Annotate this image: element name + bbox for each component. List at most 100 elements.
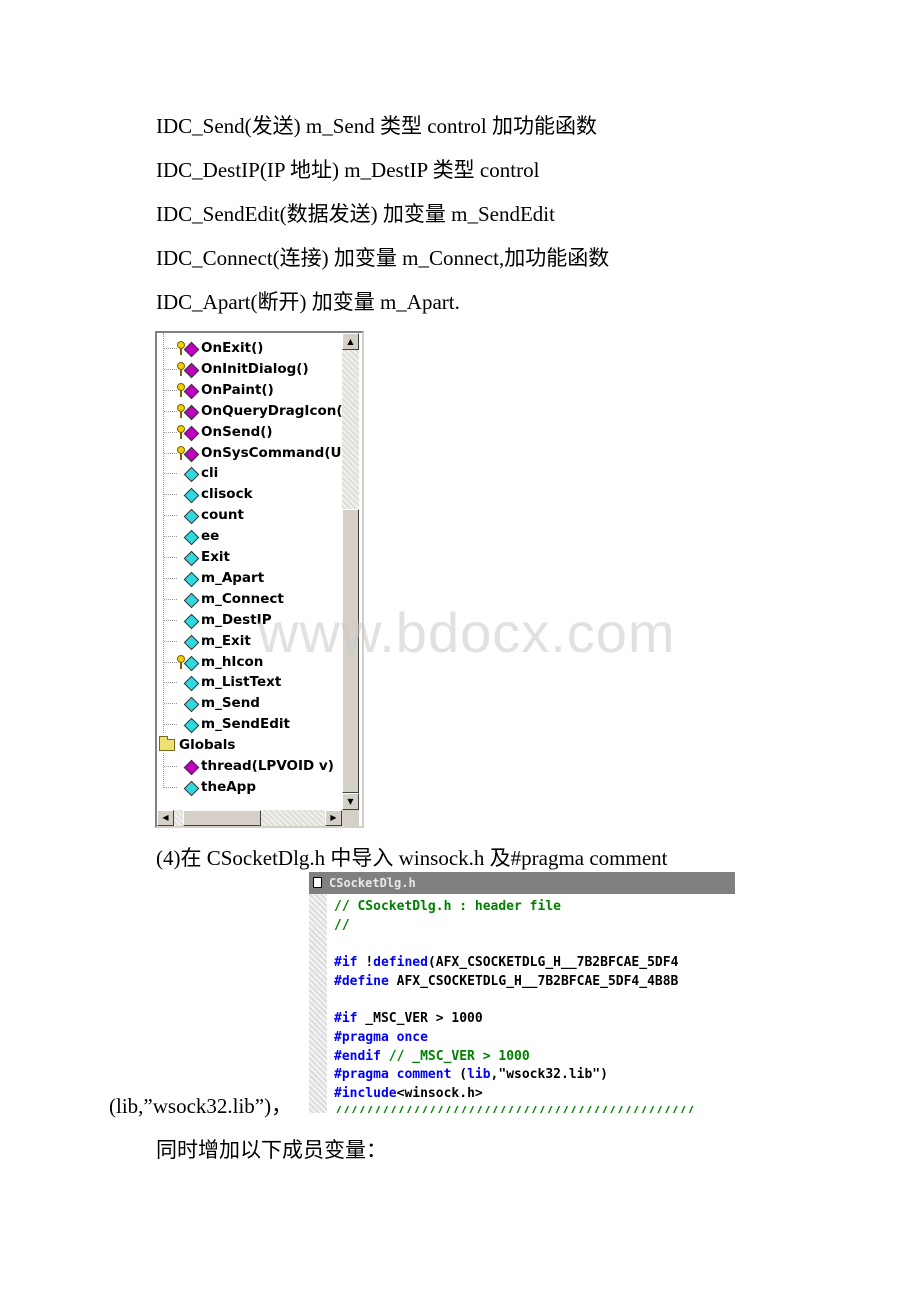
code-keyword: #if <box>334 955 366 971</box>
editor-filename: CSocketDlg.h <box>329 876 416 890</box>
tree-item[interactable]: m_Connect <box>157 589 342 610</box>
scroll-right-button[interactable]: ▶ <box>325 810 342 826</box>
scrollbar-corner <box>342 810 359 826</box>
tree-connector <box>164 389 177 391</box>
editor-title-bar: CSocketDlg.h <box>309 872 735 894</box>
tree-connector <box>164 724 177 726</box>
horizontal-scrollbar[interactable]: ◀ ▶ <box>157 810 342 826</box>
tree-item-label: m_Apart <box>201 569 265 586</box>
tree-item[interactable]: OnSend() <box>157 422 342 443</box>
tree-item[interactable]: thread(LPVOID v) <box>157 756 342 777</box>
tree-connector <box>164 368 177 370</box>
tree-item-label: theApp <box>201 778 256 795</box>
member-variable-icon <box>183 717 200 734</box>
code-editor-window[interactable]: CSocketDlg.h // CSocketDlg.h : header fi… <box>309 872 735 1113</box>
step4-text: (4)在 CSocketDlg.h 中导入 winsock.h 及#pragma… <box>156 846 668 870</box>
tree-item-label: m_Send <box>201 695 260 712</box>
member-variable-icon <box>183 529 200 546</box>
header-file-icon <box>313 877 322 888</box>
scroll-left-button[interactable]: ◀ <box>157 810 174 826</box>
tree-item[interactable]: count <box>157 505 342 526</box>
member-variable-icon <box>183 697 200 713</box>
tree-connector <box>164 536 177 538</box>
tree-item[interactable]: ee <box>157 526 342 547</box>
tree-connector <box>164 577 177 579</box>
tree-item[interactable]: m_Send <box>157 693 342 714</box>
tree-connector <box>164 348 177 349</box>
member-variable-icon <box>183 592 200 609</box>
code-keyword: #if <box>334 1011 358 1027</box>
tree-connector <box>164 410 177 412</box>
vertical-scroll-thumb[interactable] <box>342 509 359 793</box>
tree-item[interactable]: m_hIcon <box>157 652 342 673</box>
scroll-up-button[interactable]: ▲ <box>342 333 359 350</box>
member-variable-icon <box>183 634 200 650</box>
code-comment: // CSocketDlg.h : header file <box>334 899 561 914</box>
code-keyword: lib <box>467 1067 491 1083</box>
method-icon <box>183 362 200 379</box>
tree-item[interactable]: OnExit() <box>157 338 342 359</box>
tree-item[interactable]: OnInitDialog() <box>157 359 342 380</box>
tree-connector <box>164 473 177 475</box>
member-variable-icon <box>183 550 200 567</box>
folder-icon <box>159 736 175 752</box>
tree-item[interactable]: OnSysCommand(U <box>157 443 342 464</box>
code-keyword: #endif <box>334 1048 381 1064</box>
tree-item[interactable]: OnPaint() <box>157 380 342 401</box>
code-line: #endif // _MSC_VER > 1000 <box>334 1048 694 1067</box>
code-line: // <box>334 917 694 936</box>
tree-item-label: thread(LPVOID v) <box>201 758 334 774</box>
paragraph-idc-sendedit: IDC_SendEdit(数据发送) 加变量 m_SendEdit <box>156 202 555 226</box>
paragraph-idc-connect: IDC_Connect(连接) 加变量 m_Connect,加功能函数 <box>156 246 610 270</box>
tree-item[interactable]: m_DestIP <box>157 610 342 631</box>
tree-item[interactable]: clisock <box>157 484 342 505</box>
tree-item-label: OnQueryDragIcon( <box>201 402 342 419</box>
tree-item[interactable]: theApp <box>157 777 342 798</box>
method-icon <box>183 404 200 420</box>
code-text: ! <box>365 955 374 971</box>
function-icon <box>183 759 200 776</box>
tree-item[interactable]: m_Apart <box>157 568 342 589</box>
code-keyword: #pragma once <box>334 1029 428 1045</box>
member-variable-icon <box>183 676 200 692</box>
tree-item-label: OnSysCommand(U <box>201 444 342 461</box>
code-line: #include<winsock.h> <box>334 1085 694 1104</box>
code-keyword: #pragma comment <box>334 1067 452 1083</box>
tree-folder-globals[interactable]: Globals <box>157 735 342 756</box>
horizontal-scroll-thumb[interactable] <box>183 810 261 826</box>
tree-item[interactable]: cli <box>157 463 342 484</box>
method-icon <box>183 341 200 358</box>
tree-item[interactable]: m_ListText <box>157 672 342 693</box>
tree-item-label: cli <box>201 465 219 482</box>
code-content[interactable]: // CSocketDlg.h : header file // #if !def… <box>334 898 694 1113</box>
scroll-down-button[interactable]: ▼ <box>342 793 359 810</box>
tree-item[interactable]: m_SendEdit <box>157 714 342 735</box>
code-keyword: #define <box>334 973 389 989</box>
class-view-tree[interactable]: OnExit() OnInitDialog() OnPaint() OnQueryDr… <box>155 331 364 828</box>
code-line: // CSocketDlg.h : header file <box>334 898 694 917</box>
tree-connector <box>164 766 177 767</box>
code-line: ////////////////////////////////////////… <box>334 1104 694 1113</box>
tree-item[interactable]: Exit <box>157 547 342 568</box>
member-variable-icon <box>183 508 200 525</box>
code-comment: // _MSC_VER > 1000 <box>380 1048 530 1064</box>
method-icon <box>183 446 200 462</box>
code-line: #pragma comment (lib,"wsock32.lib") <box>334 1066 694 1085</box>
vertical-scrollbar[interactable]: ▲ ▼ <box>342 333 359 810</box>
tree-item[interactable]: m_Exit <box>157 631 342 652</box>
tree-item-label: m_Connect <box>201 590 284 607</box>
code-line: #pragma once <box>334 1029 694 1048</box>
tree-connector <box>164 515 177 517</box>
member-variable-icon <box>183 488 200 504</box>
code-keyword: defined <box>373 955 428 971</box>
member-variable-icon <box>183 655 200 671</box>
code-text: ( <box>451 1067 468 1083</box>
code-line: #define AFX_CSOCKETDLG_H__7B2BFCAE_5DF4_… <box>334 973 694 992</box>
tree-item[interactable]: OnQueryDragIcon( <box>157 401 342 422</box>
code-comment: ////////////////////////////////////////… <box>334 1104 695 1113</box>
tree-connector <box>164 619 177 621</box>
paragraph-idc-apart: IDC_Apart(断开) 加变量 m_Apart. <box>156 290 460 314</box>
editor-gutter <box>309 894 327 1113</box>
code-keyword: #include <box>334 1085 397 1101</box>
